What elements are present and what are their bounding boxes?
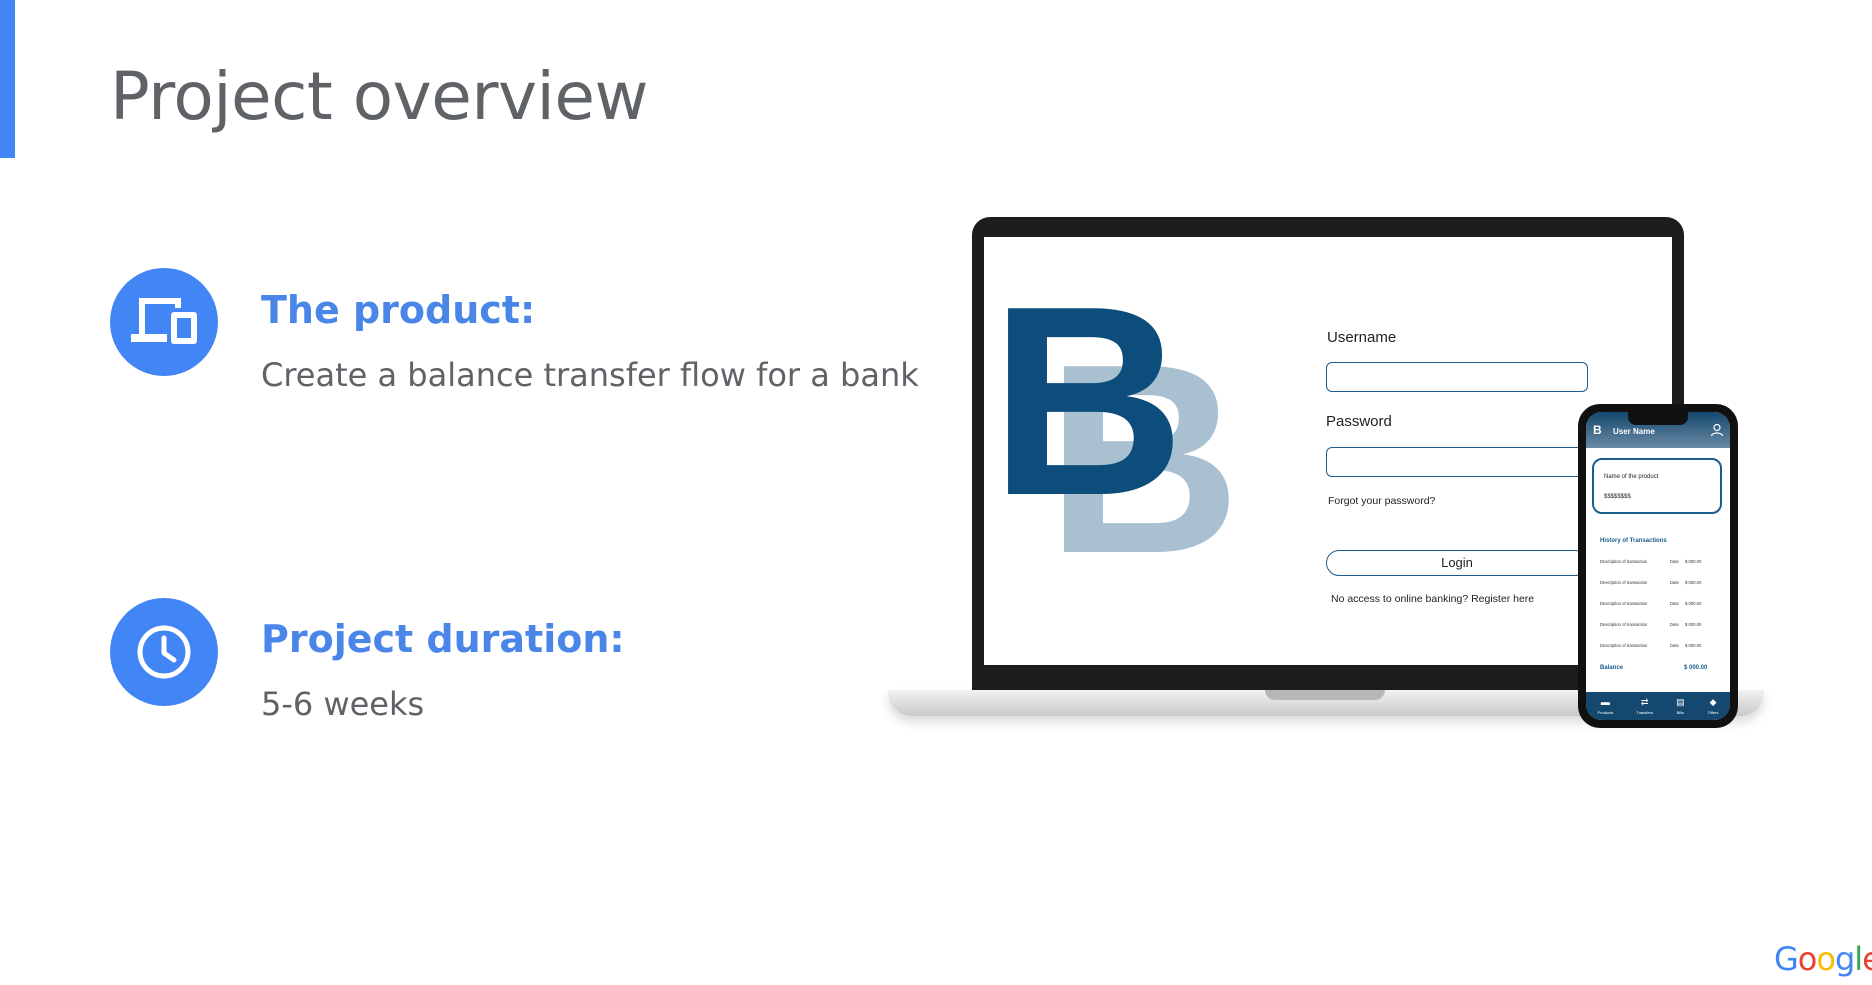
logo-letter: g <box>1834 940 1855 978</box>
phone-frame: B User Name Name of the product $$$$$$$$… <box>1578 404 1738 728</box>
nav-label: Offers <box>1707 709 1719 715</box>
phone-screen: B User Name Name of the product $$$$$$$$… <box>1586 412 1730 720</box>
register-link[interactable]: No access to online banking? Register he… <box>1331 593 1534 605</box>
card-icon: ▬ <box>1600 696 1610 707</box>
transaction-row[interactable]: Description of transaction Date $ 000.00 <box>1600 622 1720 630</box>
nav-item-products[interactable]: ▬ Products <box>1597 696 1614 715</box>
product-card[interactable]: Name of the product $$$$$$$$ <box>1592 458 1722 514</box>
transaction-amount: $ 000.00 <box>1685 559 1702 564</box>
transaction-date: Date <box>1670 643 1679 648</box>
duration-heading: Project duration: <box>261 617 625 661</box>
transaction-description: Description of transaction <box>1600 622 1648 627</box>
forgot-password-link[interactable]: Forgot your password? <box>1328 495 1435 507</box>
product-heading: The product: <box>261 288 536 332</box>
logo-letter: G <box>1774 940 1799 978</box>
login-button[interactable]: Login <box>1326 550 1588 576</box>
transaction-amount: $ 000.00 <box>1685 601 1702 606</box>
transaction-date: Date <box>1670 601 1679 606</box>
title-accent-bar <box>0 0 15 158</box>
bank-logo-front-letter: B <box>990 251 1185 552</box>
transfer-icon: ⇄ <box>1640 696 1649 707</box>
transaction-date: Date <box>1670 622 1679 627</box>
product-description: Create a balance transfer flow for a ban… <box>261 356 919 394</box>
balance-label: Balance <box>1600 665 1624 671</box>
username-input[interactable] <box>1326 362 1588 392</box>
transaction-row[interactable]: Description of transaction Date $ 000.00 <box>1600 580 1720 588</box>
devices-icon <box>110 268 218 376</box>
nav-label: Transfers <box>1636 709 1654 715</box>
transaction-description: Description of transaction <box>1600 559 1648 564</box>
password-label: Password <box>1326 413 1392 430</box>
bill-icon: ▤ <box>1676 696 1685 707</box>
transaction-row[interactable]: Description of transaction Date $ 000.00 <box>1600 643 1720 651</box>
transaction-date: Date <box>1670 580 1679 585</box>
page-title: Project overview <box>110 58 648 135</box>
nav-label: Products <box>1597 709 1614 715</box>
nav-item-offers[interactable]: ◆ Offers <box>1707 696 1719 715</box>
transaction-description: Description of transaction <box>1600 601 1648 606</box>
laptop-hinge-notch <box>1265 690 1385 700</box>
logo-letter: o <box>1816 940 1836 978</box>
google-logo: Google <box>1774 943 1872 975</box>
transaction-description: Description of transaction <box>1600 580 1648 585</box>
product-amount: $$$$$$$$ <box>1604 494 1631 500</box>
password-input[interactable] <box>1326 447 1588 477</box>
phone-brand-logo: B <box>1593 423 1602 437</box>
phone-bottom-nav: ▬ Products ⇄ Transfers ▤ Bills ◆ Offers <box>1586 692 1730 720</box>
logo-letter: e <box>1862 940 1872 978</box>
nav-label: Bills <box>1676 709 1684 715</box>
logo-letter: o <box>1797 940 1818 978</box>
laptop-screen: B B Username Password Forgot your passwo… <box>984 237 1672 665</box>
balance-value: $ 000.00 <box>1684 665 1708 671</box>
transaction-row[interactable]: Description of transaction Date $ 000.00 <box>1600 601 1720 609</box>
nav-item-bills[interactable]: ▤ Bills <box>1676 696 1685 715</box>
tag-icon: ◆ <box>1709 696 1717 707</box>
product-name: Name of the product <box>1604 474 1659 480</box>
transaction-amount: $ 000.00 <box>1685 643 1702 648</box>
transaction-date: Date <box>1670 559 1679 564</box>
user-profile-icon[interactable] <box>1710 423 1724 437</box>
transaction-amount: $ 000.00 <box>1685 580 1702 585</box>
clock-icon <box>110 598 218 706</box>
transaction-row[interactable]: Description of transaction Date $ 000.00 <box>1600 559 1720 567</box>
phone-user-name: User Name <box>1613 427 1655 436</box>
username-label: Username <box>1327 329 1397 346</box>
phone-notch <box>1628 412 1688 425</box>
nav-item-transfers[interactable]: ⇄ Transfers <box>1636 696 1654 715</box>
transaction-description: Description of transaction <box>1600 643 1648 648</box>
history-title: History of Transactions <box>1600 538 1667 544</box>
transaction-amount: $ 000.00 <box>1685 622 1702 627</box>
logo-letter: l <box>1854 940 1863 978</box>
duration-value: 5-6 weeks <box>261 685 425 723</box>
